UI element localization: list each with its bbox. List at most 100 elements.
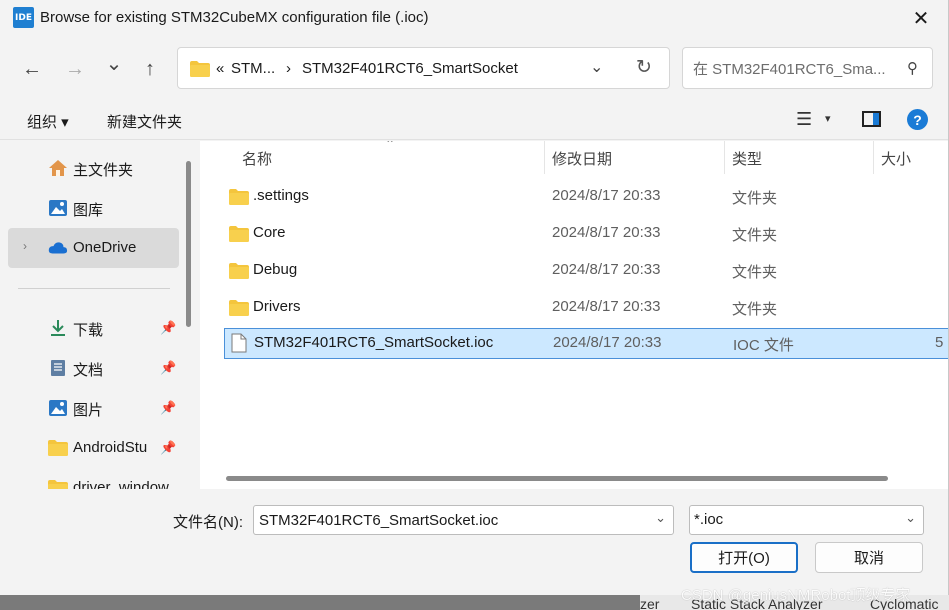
search-box[interactable]: ⚲ [682, 47, 933, 89]
column-header-date[interactable]: 修改日期 [552, 148, 612, 169]
sidebar-item-label: 图片 [73, 402, 104, 419]
view-list-icon[interactable]: ☰ [796, 109, 812, 130]
filename-combo[interactable]: ⌄ [253, 505, 674, 535]
sidebar-scrollbar[interactable] [186, 161, 191, 327]
file-type: 文件夹 [732, 264, 778, 281]
search-input[interactable] [691, 58, 896, 80]
column-header-size[interactable]: 大小 [881, 148, 911, 169]
column-divider[interactable] [724, 141, 725, 174]
folder-icon [190, 61, 210, 77]
document-icon [51, 360, 65, 376]
folder-icon [229, 300, 249, 316]
folder-icon [48, 440, 68, 456]
forward-arrow-icon: → [65, 57, 85, 80]
back-arrow-icon: ← [22, 57, 42, 80]
sidebar-divider [18, 288, 170, 289]
sidebar-item-androidstudio[interactable]: AndroidStu 📌 [8, 428, 179, 468]
ide-app-icon: IDE [13, 7, 34, 28]
pin-icon[interactable]: 📌 [160, 400, 176, 416]
background-tab-analyzer[interactable]: zer [640, 596, 659, 610]
download-icon [51, 320, 65, 336]
folder-icon [48, 480, 68, 489]
file-type: 文件夹 [732, 190, 778, 207]
help-icon[interactable]: ? [907, 109, 928, 130]
filename-input[interactable] [257, 510, 647, 530]
address-overflow[interactable]: « [216, 60, 224, 77]
column-divider[interactable] [873, 141, 874, 174]
sidebar-item-label: OneDrive [73, 239, 137, 256]
file-row-core[interactable]: Core 2024/8/17 20:33 文件夹 [224, 218, 948, 250]
pin-icon[interactable]: 📌 [160, 320, 176, 336]
chevron-down-icon[interactable]: ⌄ [655, 510, 666, 526]
filename-label: 文件名(N): [173, 514, 243, 531]
file-row-settings[interactable]: .settings 2024/8/17 20:33 文件夹 [224, 181, 948, 213]
up-button[interactable]: ↑ [135, 54, 165, 84]
sidebar-item-label: 文档 [73, 362, 104, 379]
sidebar-item-driver-window[interactable]: driver_window [8, 468, 179, 489]
sort-ascending-icon: ⌃ [385, 141, 396, 151]
up-arrow-icon: ↑ [145, 57, 155, 80]
pictures-icon [49, 400, 67, 416]
dialog-footer: 文件名(N): ⌄ *.ioc ⌄ 打开(O) 取消 [0, 489, 948, 595]
forward-button[interactable]: → [60, 54, 90, 84]
search-icon[interactable]: ⚲ [907, 59, 918, 77]
sidebar-item-home[interactable]: 主文件夹 [8, 148, 179, 188]
file-row-ioc[interactable]: STM32F401RCT6_SmartSocket.ioc 2024/8/17 … [224, 328, 948, 359]
file-date: 2024/8/17 20:33 [552, 298, 661, 315]
sidebar-item-gallery[interactable]: 图库 [8, 188, 179, 228]
cancel-button[interactable]: 取消 [815, 542, 923, 573]
address-history-icon[interactable]: ⌄ [590, 57, 603, 77]
file-type: IOC 文件 [733, 337, 794, 354]
watermark: CSDN @geniusNMRobot顶级专家 [681, 587, 911, 604]
file-type-filter[interactable]: *.ioc ⌄ [689, 505, 924, 535]
folder-icon [229, 189, 249, 205]
sidebar-item-label: 主文件夹 [73, 162, 134, 179]
file-type: 文件夹 [732, 301, 778, 318]
close-button[interactable]: ✕ [893, 0, 948, 36]
folder-icon [229, 226, 249, 242]
recent-locations-button[interactable]: ⌄ [99, 48, 129, 78]
file-icon [231, 333, 247, 353]
file-date: 2024/8/17 20:33 [552, 261, 661, 278]
file-date: 2024/8/17 20:33 [552, 224, 661, 241]
file-date: 2024/8/17 20:33 [553, 334, 662, 351]
file-size: 5 [935, 334, 944, 351]
column-divider[interactable] [544, 141, 545, 174]
title-bar: IDE Browse for existing STM32CubeMX conf… [0, 0, 948, 36]
file-open-dialog: IDE Browse for existing STM32CubeMX conf… [0, 0, 949, 595]
sidebar-item-downloads[interactable]: 下载 📌 [8, 308, 179, 348]
sidebar-item-documents[interactable]: 文档 📌 [8, 348, 179, 388]
file-name: Drivers [253, 298, 301, 315]
sidebar-item-label: 图库 [73, 202, 104, 219]
file-name: Debug [253, 261, 298, 278]
column-header-name[interactable]: 名称 [242, 148, 272, 169]
chevron-down-icon[interactable]: ⌄ [905, 510, 916, 526]
file-list: 名称 ⌃ 修改日期 类型 大小 .settings 2024/8/17 20:3… [200, 141, 948, 489]
chevron-down-icon: ⌄ [105, 52, 123, 75]
new-folder-button[interactable]: 新建文件夹 [107, 111, 182, 132]
sidebar-item-pictures[interactable]: 图片 📌 [8, 388, 179, 428]
pin-icon[interactable]: 📌 [160, 360, 176, 376]
preview-pane-icon[interactable] [862, 111, 881, 127]
organize-button[interactable]: 组织 ▾ [27, 111, 69, 132]
address-separator[interactable]: › [286, 60, 291, 77]
column-header-type[interactable]: 类型 [732, 148, 762, 169]
file-row-drivers[interactable]: Drivers 2024/8/17 20:33 文件夹 [224, 292, 948, 324]
view-dropdown-icon[interactable]: ▾ [825, 112, 831, 125]
file-type: 文件夹 [732, 227, 778, 244]
address-segment-stm[interactable]: STM... [231, 60, 275, 77]
gallery-icon [49, 200, 67, 216]
refresh-icon[interactable]: ↻ [636, 56, 652, 79]
address-bar[interactable]: « STM... › STM32F401RCT6_SmartSocket ⌄ ↻ [177, 47, 670, 89]
folder-icon [229, 263, 249, 279]
pin-icon[interactable]: 📌 [160, 440, 176, 456]
file-row-debug[interactable]: Debug 2024/8/17 20:33 文件夹 [224, 255, 948, 287]
address-segment-project[interactable]: STM32F401RCT6_SmartSocket [302, 60, 518, 77]
file-date: 2024/8/17 20:33 [552, 187, 661, 204]
horizontal-scrollbar[interactable] [226, 476, 888, 481]
chevron-right-icon[interactable]: › [23, 239, 27, 253]
file-type-filter-value: *.ioc [694, 511, 724, 528]
sidebar-item-onedrive[interactable]: › OneDrive [8, 228, 179, 268]
back-button[interactable]: ← [17, 54, 47, 84]
open-button[interactable]: 打开(O) [690, 542, 798, 573]
